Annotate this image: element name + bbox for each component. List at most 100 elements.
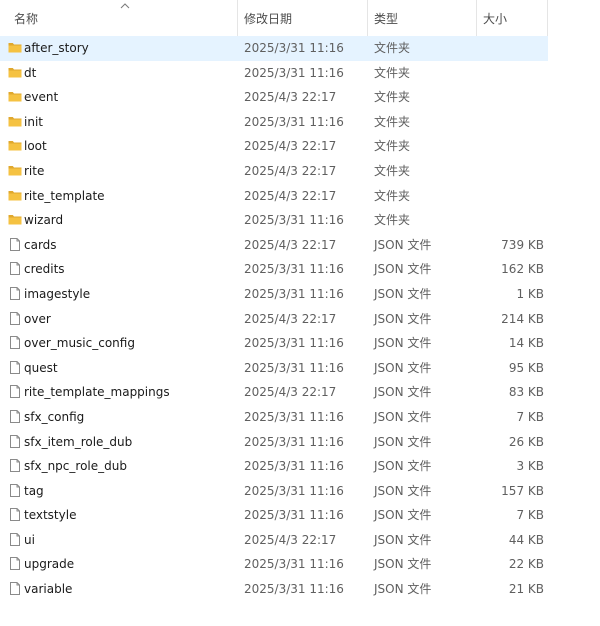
column-header-size[interactable]: 大小 [477, 0, 548, 36]
file-row[interactable]: textstyle 2025/3/31 11:16 JSON 文件 7 KB [0, 503, 548, 528]
file-modified-date: 2025/3/31 11:16 [244, 114, 344, 129]
file-name: cards [24, 237, 57, 252]
file-type: JSON 文件 [374, 434, 432, 449]
file-type: JSON 文件 [374, 385, 432, 400]
file-type: JSON 文件 [374, 237, 432, 252]
file-type: 文件夹 [374, 163, 411, 178]
json-file-icon [8, 459, 22, 473]
file-row[interactable]: over_music_config 2025/3/31 11:16 JSON 文件 1… [0, 331, 548, 356]
file-size: 26 KB [508, 434, 544, 449]
file-modified-date: 2025/4/3 22:17 [244, 163, 337, 178]
file-row[interactable]: ui 2025/4/3 22:17 JSON 文件 44 KB [0, 528, 548, 553]
file-size [477, 85, 544, 110]
folder-row[interactable]: dt 2025/3/31 11:16 文件夹 [0, 61, 548, 86]
file-row[interactable]: quest 2025/3/31 11:16 JSON 文件 95 KB [0, 356, 548, 381]
file-modified-date: 2025/3/31 11:16 [244, 459, 344, 474]
file-size [477, 134, 544, 159]
folder-row[interactable]: event 2025/4/3 22:17 文件夹 [0, 85, 548, 110]
column-header-bar: 名称 修改日期 类型 大小 [0, 0, 548, 36]
file-row[interactable]: credits 2025/3/31 11:16 JSON 文件 162 KB [0, 257, 548, 282]
column-header-date[interactable]: 修改日期 [238, 0, 368, 36]
file-type: JSON 文件 [374, 582, 432, 597]
json-file-icon [8, 286, 22, 300]
file-modified-date: 2025/3/31 11:16 [244, 557, 344, 572]
file-modified-date: 2025/3/31 11:16 [244, 434, 344, 449]
column-header-date-label: 修改日期 [244, 12, 293, 26]
file-size: 44 KB [508, 532, 544, 547]
file-name: tag [24, 483, 44, 498]
file-row[interactable]: sfx_config 2025/3/31 11:16 JSON 文件 7 KB [0, 405, 548, 430]
file-list: after_story 2025/3/31 11:16 文件夹 dt 2025/3/31… [0, 36, 548, 602]
file-name: textstyle [24, 508, 77, 523]
file-name: variable [24, 582, 73, 597]
file-type: 文件夹 [374, 65, 411, 80]
file-type: JSON 文件 [374, 557, 432, 572]
folder-row[interactable]: loot 2025/4/3 22:17 文件夹 [0, 134, 548, 159]
json-file-icon [8, 237, 22, 251]
file-row[interactable]: upgrade 2025/3/31 11:16 JSON 文件 22 KB [0, 552, 548, 577]
file-modified-date: 2025/3/31 11:16 [244, 409, 344, 424]
file-size: 22 KB [508, 557, 544, 572]
file-modified-date: 2025/3/31 11:16 [244, 360, 344, 375]
json-file-icon [8, 311, 22, 325]
column-header-name[interactable]: 名称 [0, 0, 238, 36]
file-type: 文件夹 [374, 41, 411, 55]
folder-row[interactable]: rite 2025/4/3 22:17 文件夹 [0, 159, 548, 184]
file-size [477, 61, 544, 86]
file-name: rite [24, 163, 45, 178]
file-modified-date: 2025/3/31 11:16 [244, 336, 344, 351]
file-size: 739 KB [501, 237, 544, 252]
file-size: 162 KB [501, 262, 544, 277]
file-row[interactable]: sfx_npc_role_dub 2025/3/31 11:16 JSON 文件 3 … [0, 454, 548, 479]
file-name: event [24, 90, 59, 105]
file-row[interactable]: over 2025/4/3 22:17 JSON 文件 214 KB [0, 307, 548, 332]
file-row[interactable]: tag 2025/3/31 11:16 JSON 文件 157 KB [0, 479, 548, 504]
file-modified-date: 2025/3/31 11:16 [244, 65, 344, 80]
file-size: 14 KB [508, 336, 544, 351]
file-size [477, 36, 544, 61]
json-file-icon [8, 508, 22, 522]
file-name: sfx_config [24, 409, 85, 424]
json-file-icon [8, 557, 22, 571]
file-row[interactable]: rite_template_mappings 2025/4/3 22:17 JSON… [0, 380, 548, 405]
file-name: rite_template_mappings [24, 385, 170, 400]
file-modified-date: 2025/3/31 11:16 [244, 41, 344, 55]
json-file-icon [8, 483, 22, 497]
file-type: JSON 文件 [374, 483, 432, 498]
file-modified-date: 2025/4/3 22:17 [244, 237, 337, 252]
file-type: JSON 文件 [374, 286, 432, 301]
folder-row[interactable]: wizard 2025/3/31 11:16 文件夹 [0, 208, 548, 233]
file-size: 7 KB [516, 409, 544, 424]
file-modified-date: 2025/3/31 11:16 [244, 508, 344, 523]
sort-ascending-icon [120, 3, 130, 9]
file-name: ui [24, 532, 35, 547]
file-type: 文件夹 [374, 213, 411, 228]
folder-row[interactable]: rite_template 2025/4/3 22:17 文件夹 [0, 184, 548, 209]
file-modified-date: 2025/4/3 22:17 [244, 311, 337, 326]
file-name: after_story [24, 41, 89, 55]
file-size: 157 KB [501, 483, 544, 498]
file-size: 214 KB [501, 311, 544, 326]
file-modified-date: 2025/3/31 11:16 [244, 213, 344, 228]
file-size [477, 184, 544, 209]
column-header-type[interactable]: 类型 [368, 0, 477, 36]
folder-row[interactable]: init 2025/3/31 11:16 文件夹 [0, 110, 548, 135]
file-modified-date: 2025/4/3 22:17 [244, 139, 337, 154]
file-row[interactable]: imagestyle 2025/3/31 11:16 JSON 文件 1 KB [0, 282, 548, 307]
file-name: rite_template [24, 188, 105, 203]
file-size: 95 KB [508, 360, 544, 375]
folder-icon [8, 189, 22, 202]
file-size [477, 208, 544, 233]
file-type: 文件夹 [374, 188, 411, 203]
file-name: over_music_config [24, 336, 135, 351]
json-file-icon [8, 360, 22, 374]
folder-icon [8, 115, 22, 128]
folder-row[interactable]: after_story 2025/3/31 11:16 文件夹 [0, 36, 548, 61]
file-modified-date: 2025/3/31 11:16 [244, 286, 344, 301]
file-type: 文件夹 [374, 139, 411, 154]
file-row[interactable]: variable 2025/3/31 11:16 JSON 文件 21 KB [0, 577, 548, 602]
file-row[interactable]: cards 2025/4/3 22:17 JSON 文件 739 KB [0, 233, 548, 258]
file-type: JSON 文件 [374, 532, 432, 547]
file-row[interactable]: sfx_item_role_dub 2025/3/31 11:16 JSON 文件 2… [0, 430, 548, 455]
file-name: credits [24, 262, 65, 277]
